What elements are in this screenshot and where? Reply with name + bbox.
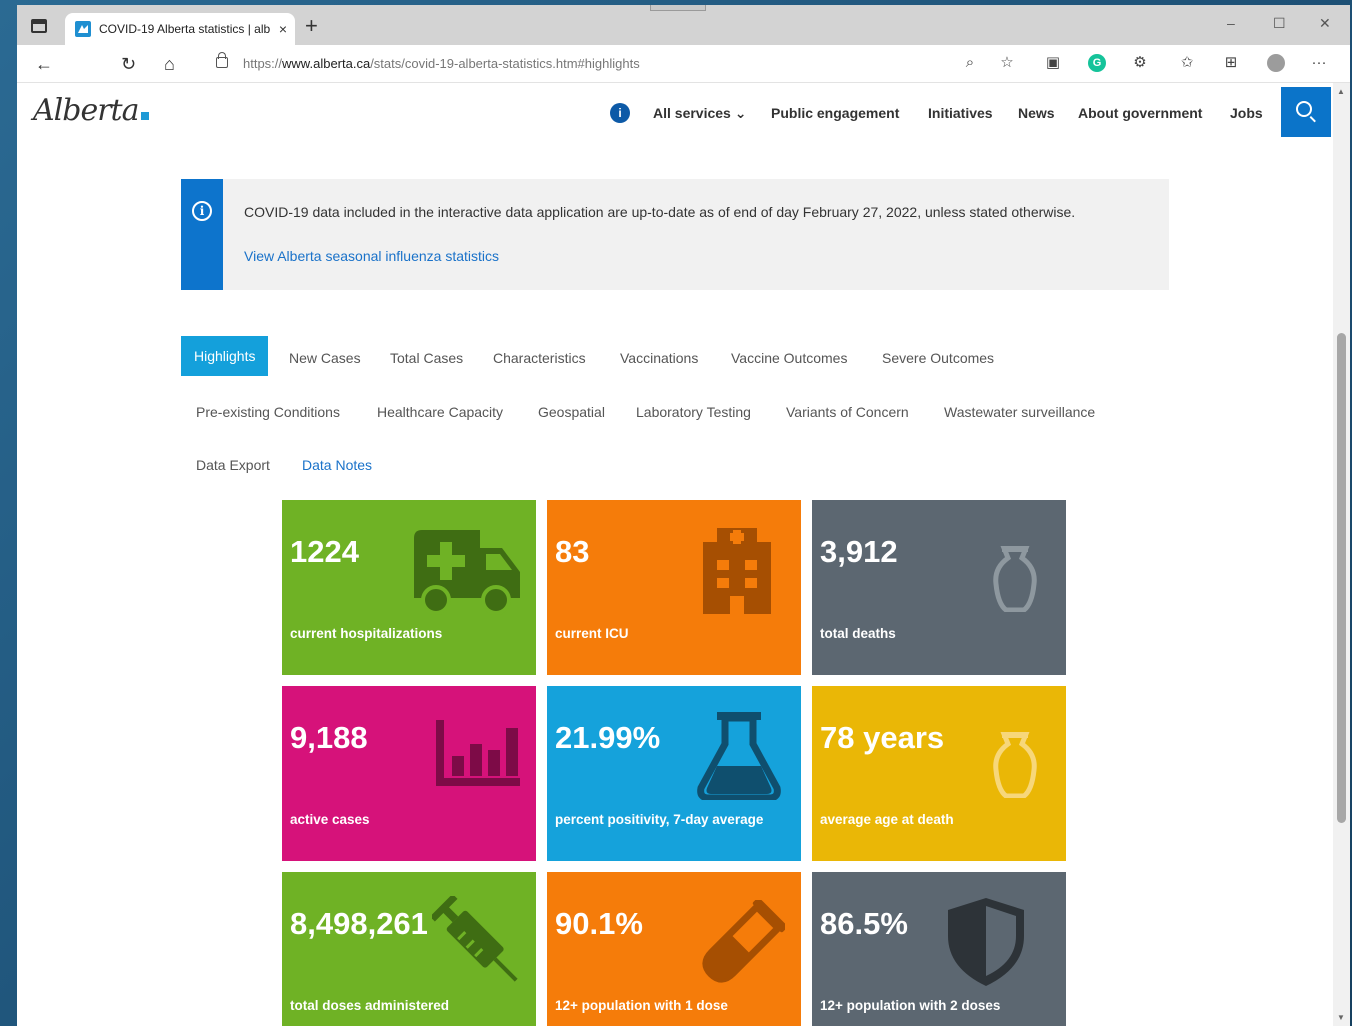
- tile-value: 90.1%: [555, 906, 643, 941]
- tile-total-doses: 8,498,261 total doses administered: [282, 872, 536, 1026]
- tile-label: average age at death: [820, 812, 954, 827]
- tile-value: 1224: [290, 534, 359, 569]
- tab-laboratory-testing[interactable]: Laboratory Testing: [636, 404, 751, 420]
- nav-public-engagement[interactable]: Public engagement: [771, 105, 899, 121]
- extension-icon[interactable]: ▣: [1044, 54, 1062, 72]
- address-bar-row: ← ↻ ⌂ https://www.alberta.ca/stats/covid…: [17, 45, 1350, 83]
- urn-icon: [993, 546, 1037, 612]
- nav-jobs[interactable]: Jobs: [1230, 105, 1263, 121]
- tile-hospitalizations: 1224 current hospitalizations: [282, 500, 536, 675]
- tab-data-notes[interactable]: Data Notes: [302, 457, 372, 473]
- alberta-logo[interactable]: Alberta: [33, 93, 149, 128]
- syringe-icon: [432, 896, 518, 982]
- profile-icon[interactable]: [1267, 54, 1285, 72]
- tile-two-doses: 86.5% 12+ population with 2 doses: [812, 872, 1066, 1026]
- maximize-button[interactable]: ☐: [1273, 15, 1286, 32]
- info-icon[interactable]: i: [610, 103, 630, 123]
- home-button[interactable]: ⌂: [164, 54, 175, 74]
- tile-total-deaths: 3,912 total deaths: [812, 500, 1066, 675]
- urn-icon: [993, 732, 1037, 798]
- tile-label: 12+ population with 2 doses: [820, 998, 1001, 1013]
- browser-tab[interactable]: COVID-19 Alberta statistics | alb ×: [65, 13, 295, 45]
- notice-text: COVID-19 data included in the interactiv…: [244, 204, 1076, 220]
- tab-data-export[interactable]: Data Export: [196, 457, 270, 473]
- favorite-add-icon[interactable]: ☆: [998, 54, 1016, 72]
- hospital-icon: [703, 528, 771, 614]
- tab-geospatial[interactable]: Geospatial: [538, 404, 605, 420]
- tab-title: COVID-19 Alberta statistics | alb: [99, 22, 271, 36]
- tile-label: 12+ population with 1 dose: [555, 998, 728, 1013]
- lock-icon[interactable]: [216, 52, 228, 68]
- tab-total-cases[interactable]: Total Cases: [390, 350, 463, 366]
- scrollbar-thumb[interactable]: [1337, 333, 1346, 823]
- window-grip[interactable]: [650, 5, 706, 11]
- tile-value: 78 years: [820, 720, 945, 755]
- back-button[interactable]: ←: [35, 54, 53, 74]
- tile-label: current ICU: [555, 626, 629, 641]
- grammarly-icon[interactable]: G: [1088, 54, 1106, 72]
- test-tube-icon: [702, 900, 785, 983]
- tile-label: percent positivity, 7-day average: [555, 812, 764, 827]
- flask-icon: [697, 712, 781, 800]
- tab-strip: COVID-19 Alberta statistics | alb × + – …: [17, 5, 1350, 45]
- collections-icon[interactable]: ⊞: [1222, 54, 1240, 72]
- tab-highlights[interactable]: Highlights: [181, 336, 269, 376]
- info-circle-icon: i: [192, 201, 212, 221]
- more-icon[interactable]: ···: [1310, 54, 1328, 72]
- tile-percent-positivity: 21.99% percent positivity, 7-day average: [547, 686, 801, 861]
- tile-label: total doses administered: [290, 998, 450, 1013]
- tab-wastewater-surveillance[interactable]: Wastewater surveillance: [944, 404, 1095, 420]
- tab-healthcare-capacity[interactable]: Healthcare Capacity: [377, 404, 503, 420]
- tab-vaccine-outcomes[interactable]: Vaccine Outcomes: [731, 350, 847, 366]
- bar-chart-icon: [436, 720, 520, 786]
- page-scrollbar[interactable]: ▲ ▼: [1333, 83, 1350, 1026]
- tile-active-cases: 9,188 active cases: [282, 686, 536, 861]
- tile-label: active cases: [290, 812, 370, 827]
- data-notice: i COVID-19 data included in the interact…: [181, 179, 1169, 290]
- nav-about-government[interactable]: About government: [1078, 105, 1202, 121]
- new-tab-button[interactable]: +: [305, 15, 318, 37]
- page-content: Alberta i All services ⌄ Public engageme…: [17, 83, 1333, 1026]
- tab-severe-outcomes[interactable]: Severe Outcomes: [882, 350, 994, 366]
- shield-icon: [948, 898, 1024, 986]
- tab-characteristics[interactable]: Characteristics: [493, 350, 586, 366]
- browser-window: COVID-19 Alberta statistics | alb × + – …: [17, 5, 1350, 1026]
- nav-news[interactable]: News: [1018, 105, 1055, 121]
- tile-label: current hospitalizations: [290, 626, 443, 641]
- tile-value: 86.5%: [820, 906, 908, 941]
- scroll-up-icon[interactable]: ▲: [1337, 87, 1345, 96]
- tile-value: 3,912: [820, 534, 898, 569]
- tab-vaccinations[interactable]: Vaccinations: [620, 350, 698, 366]
- favorites-icon[interactable]: ✩: [1178, 54, 1196, 72]
- tile-average-age-at-death: 78 years average age at death: [812, 686, 1066, 861]
- tile-icu: 83 current ICU: [547, 500, 801, 675]
- scroll-down-icon[interactable]: ▼: [1337, 1013, 1345, 1022]
- influenza-stats-link[interactable]: View Alberta seasonal influenza statisti…: [244, 248, 499, 264]
- refresh-button[interactable]: ↻: [121, 54, 136, 74]
- url-field[interactable]: https://www.alberta.ca/stats/covid-19-al…: [243, 56, 640, 71]
- search-button[interactable]: [1281, 87, 1331, 137]
- tile-one-dose: 90.1% 12+ population with 1 dose: [547, 872, 801, 1026]
- search-icon: [1296, 101, 1312, 117]
- nav-all-services[interactable]: All services ⌄: [653, 105, 746, 122]
- tile-value: 21.99%: [555, 720, 661, 755]
- close-window-button[interactable]: ✕: [1319, 15, 1331, 32]
- tile-value: 8,498,261: [290, 906, 428, 941]
- tab-new-cases[interactable]: New Cases: [289, 350, 361, 366]
- tab-actions-icon[interactable]: [31, 19, 47, 33]
- alberta-favicon-icon: [75, 21, 91, 37]
- tile-label: total deaths: [820, 626, 896, 641]
- tab-preexisting-conditions[interactable]: Pre-existing Conditions: [196, 404, 340, 420]
- nav-initiatives[interactable]: Initiatives: [928, 105, 993, 121]
- notice-bar: i: [181, 179, 223, 290]
- tile-value: 83: [555, 534, 590, 569]
- tab-close-icon[interactable]: ×: [279, 21, 287, 37]
- logo-square-icon: [140, 112, 149, 120]
- tab-variants-of-concern[interactable]: Variants of Concern: [786, 404, 909, 420]
- zoom-icon[interactable]: ⌕: [961, 54, 979, 72]
- extensions-icon[interactable]: ⚙: [1131, 54, 1149, 72]
- tile-value: 9,188: [290, 720, 368, 755]
- minimize-button[interactable]: –: [1227, 15, 1235, 31]
- ambulance-icon: [414, 530, 520, 615]
